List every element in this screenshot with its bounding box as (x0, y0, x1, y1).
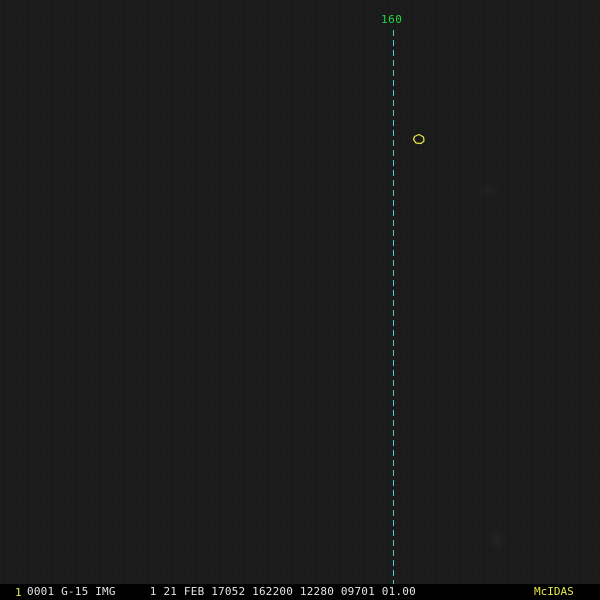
mcidas-brand: McIDAS (534, 585, 574, 598)
image-metadata-text: 0001 G-15 IMG 1 21 FEB 17052 162200 1228… (27, 585, 416, 598)
meridian-label: 160 (381, 13, 403, 26)
satellite-image-viewer: 160 1 0001 G-15 IMG 1 21 FEB 17052 16220… (0, 0, 600, 600)
frame-number: 1 (15, 586, 22, 599)
status-bar: 1 0001 G-15 IMG 1 21 FEB 17052 162200 12… (0, 584, 600, 600)
cloud-haze (483, 526, 511, 554)
cloud-haze (474, 180, 502, 200)
image-background (0, 0, 600, 584)
satellite-imagery (0, 0, 600, 584)
